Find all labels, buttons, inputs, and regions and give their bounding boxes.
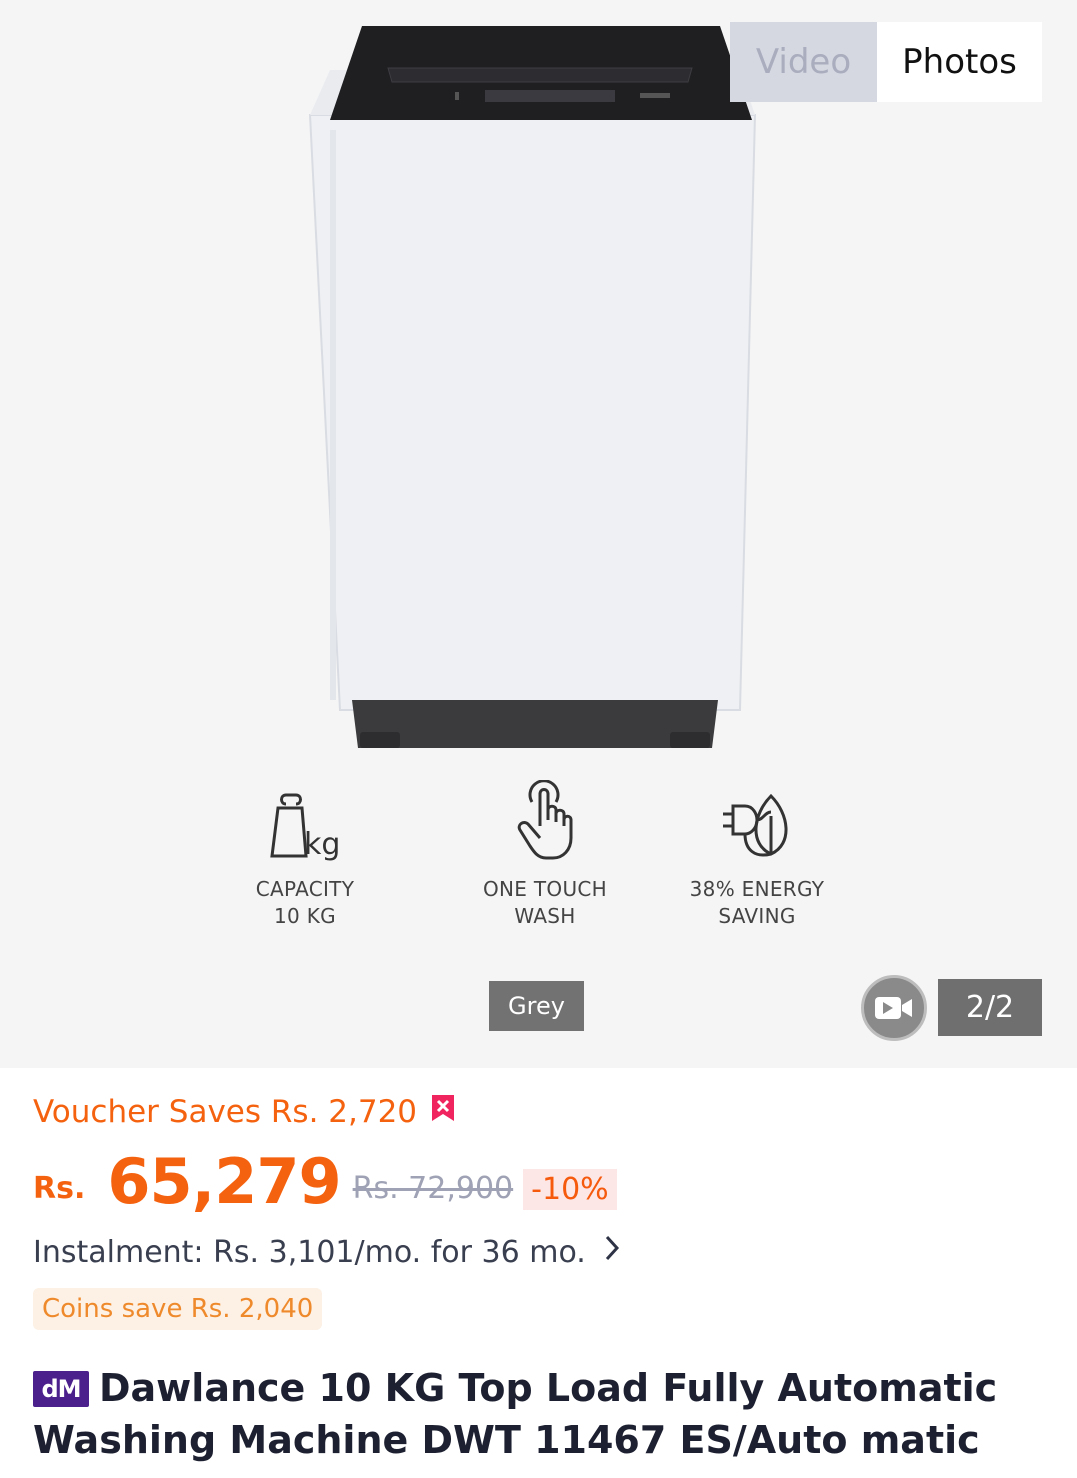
feature-one-touch: ONE TOUCH WASH	[445, 780, 645, 930]
instalment-text: Instalment: Rs. 3,101/mo. for 36 mo.	[33, 1234, 586, 1270]
product-gallery[interactable]: Video Photos kg CAPACITY 10 KG ONE TOUCH…	[0, 0, 1077, 1068]
product-title-text: Dawlance 10 KG Top Load Fully Automatic …	[33, 1366, 998, 1462]
play-video-button[interactable]	[861, 975, 927, 1041]
image-page-counter: 2/2	[938, 979, 1042, 1036]
voucher-savings[interactable]: Voucher Saves Rs. 2,720	[33, 1094, 455, 1130]
discount-badge: -10%	[523, 1169, 617, 1210]
color-variant-chip[interactable]: Grey	[489, 981, 584, 1031]
tab-photos[interactable]: Photos	[877, 22, 1042, 102]
plug-leaf-icon	[723, 793, 788, 857]
product-image[interactable]	[300, 20, 770, 760]
current-price: 65,279	[107, 1145, 341, 1218]
svg-text:kg: kg	[304, 827, 340, 862]
instalment-link[interactable]: Instalment: Rs. 3,101/mo. for 36 mo.	[33, 1234, 620, 1270]
voucher-icon	[431, 1094, 455, 1130]
voucher-text: Voucher Saves Rs. 2,720	[33, 1094, 418, 1130]
original-price: Rs. 72,900	[352, 1171, 514, 1206]
coins-savings-badge: Coins save Rs. 2,040	[33, 1288, 323, 1330]
product-title: dM Dawlance 10 KG Top Load Fully Automati…	[33, 1362, 1043, 1466]
feature-capacity: kg CAPACITY 10 KG	[205, 790, 405, 930]
brand-badge: dM	[33, 1371, 89, 1407]
media-tabs: Video Photos	[730, 22, 1042, 102]
feature-one-touch-label: ONE TOUCH WASH	[483, 877, 607, 928]
touch-hand-icon	[517, 780, 573, 860]
price-row: Rs. 65,279 Rs. 72,900 -10%	[33, 1140, 617, 1220]
feature-energy-label: 38% ENERGY SAVING	[689, 877, 825, 928]
feature-highlights: kg CAPACITY 10 KG ONE TOUCH WASH 38% ENE…	[0, 780, 1077, 940]
weight-kg-icon: kg	[270, 793, 340, 862]
feature-energy: 38% ENERGY SAVING	[657, 788, 857, 930]
tab-video[interactable]: Video	[730, 22, 877, 102]
video-camera-icon	[875, 997, 912, 1019]
feature-capacity-label: CAPACITY 10 KG	[255, 877, 355, 928]
chevron-right-icon	[604, 1234, 620, 1270]
price-currency: Rs.	[33, 1171, 86, 1206]
